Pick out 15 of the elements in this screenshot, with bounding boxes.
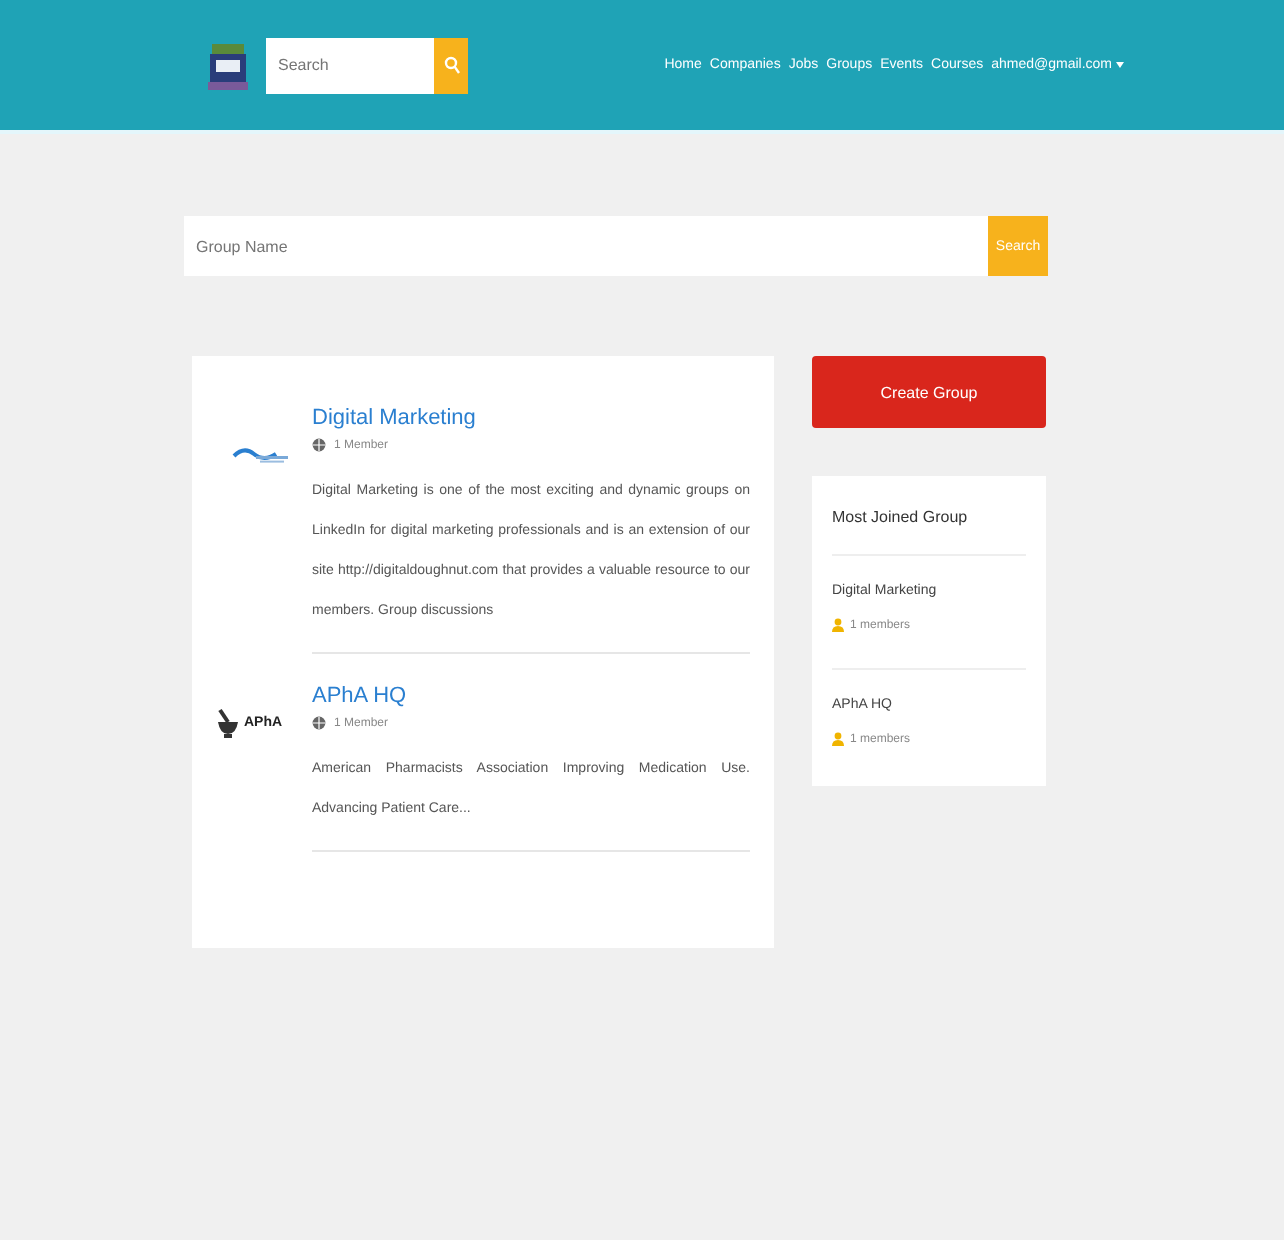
- globe-icon: [312, 716, 326, 730]
- globe-icon: [312, 438, 326, 452]
- user-icon: [832, 732, 844, 746]
- caret-icon: [1116, 62, 1124, 68]
- group-title-link[interactable]: APhA HQ: [312, 682, 750, 710]
- create-group-button[interactable]: Create Group: [812, 356, 1046, 428]
- group-title-link[interactable]: Digital Marketing: [312, 404, 750, 432]
- search-icon: [443, 56, 459, 74]
- card-title: Most Joined Group: [832, 508, 1026, 556]
- user-icon: [832, 618, 844, 632]
- site-logo-icon[interactable]: [206, 39, 250, 91]
- group-logo-icon: [232, 444, 292, 464]
- search-field[interactable]: Search: [266, 37, 434, 93]
- mortar-pestle-icon: [216, 706, 240, 738]
- group-name-field[interactable]: Group Name: [184, 216, 988, 276]
